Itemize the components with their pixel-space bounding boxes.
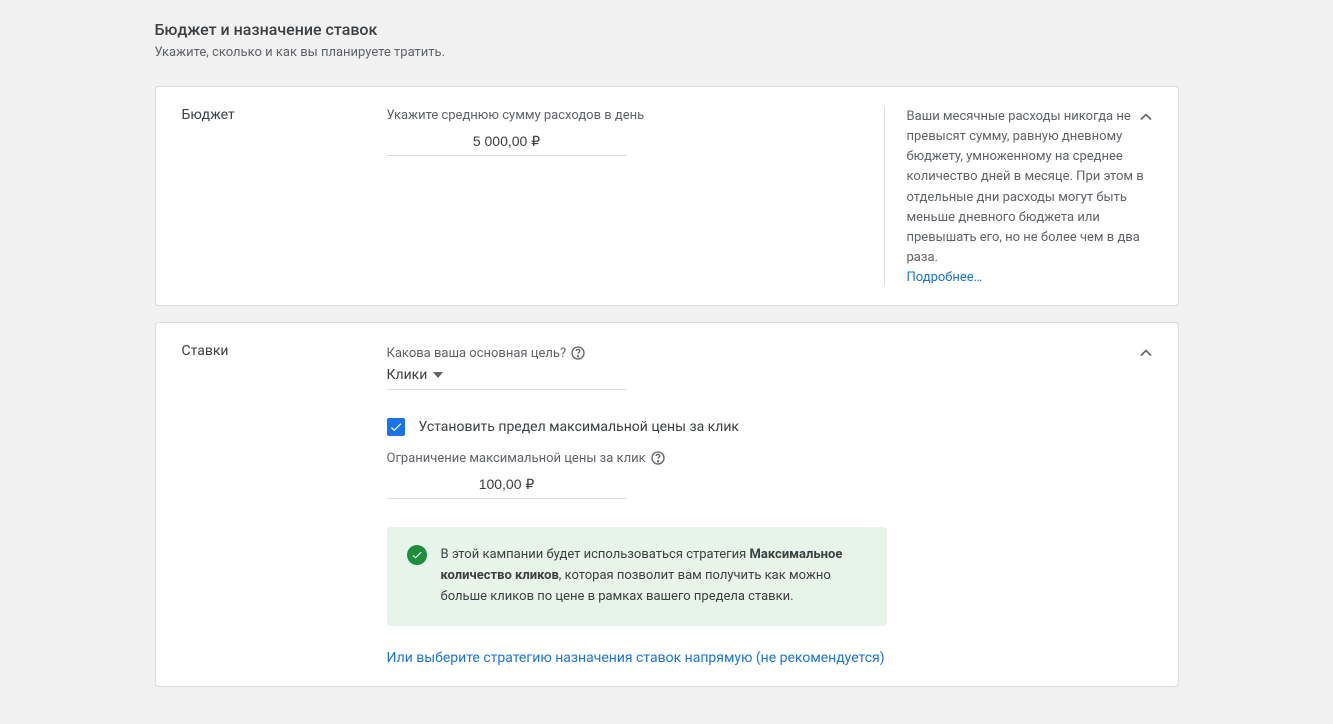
strategy-info-text: В этой кампании будет использоваться стр…: [441, 545, 867, 607]
max-cpc-input[interactable]: [387, 470, 627, 499]
help-icon[interactable]: [570, 345, 586, 361]
caret-down-icon: [433, 370, 443, 380]
cpc-limit-label: Ограничение максимальной цены за клик: [387, 451, 646, 466]
goal-dropdown-value: Клики: [387, 367, 428, 383]
budget-section-label: Бюджет: [182, 107, 387, 123]
daily-budget-input[interactable]: [387, 127, 627, 156]
budget-help-text: Ваши месячные расходы никогда не превыся…: [907, 107, 1152, 268]
chevron-up-icon[interactable]: [1136, 107, 1156, 131]
help-icon[interactable]: [650, 450, 666, 466]
goal-label: Какова ваша основная цель?: [387, 346, 567, 361]
page-subtitle: Укажите, сколько и как вы планируете тра…: [155, 45, 1179, 60]
direct-strategy-link[interactable]: Или выберите стратегию назначения ставок…: [387, 650, 885, 666]
budget-card: Бюджет Укажите среднюю сумму расходов в …: [155, 86, 1179, 306]
bids-card: Ставки Какова ваша основная цель? Клики …: [155, 322, 1179, 686]
chevron-up-icon[interactable]: [1136, 343, 1156, 367]
check-circle-icon: [407, 545, 427, 565]
daily-budget-label: Укажите среднюю сумму расходов в день: [387, 108, 645, 123]
max-cpc-checkbox-label: Установить предел максимальной цены за к…: [419, 419, 739, 435]
max-cpc-checkbox[interactable]: [387, 418, 405, 436]
bids-section-label: Ставки: [182, 343, 387, 359]
strategy-info-banner: В этой кампании будет использоваться стр…: [387, 527, 887, 625]
goal-dropdown[interactable]: Клики: [387, 363, 627, 390]
learn-more-link[interactable]: Подробнее…: [907, 270, 983, 285]
page-title: Бюджет и назначение ставок: [155, 20, 1179, 39]
